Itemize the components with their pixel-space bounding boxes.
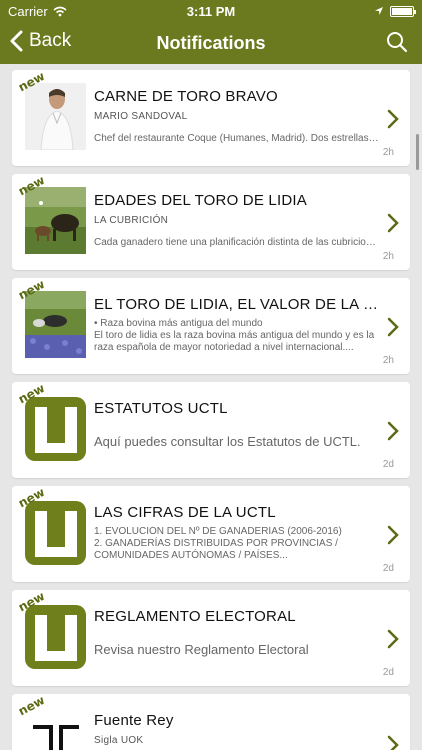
back-button[interactable]: Back bbox=[10, 30, 71, 52]
list-item[interactable]: new CARNE DE TORO BRAVO MARIO SANDOVAL C… bbox=[12, 69, 410, 166]
chevron-right-icon bbox=[387, 317, 399, 337]
chevron-right-icon bbox=[387, 525, 399, 545]
battery-icon bbox=[390, 5, 416, 17]
timestamp: 2d bbox=[382, 667, 394, 678]
item-subtitle: MARIO SANDOVAL bbox=[94, 111, 188, 122]
clock: 3:11 PM bbox=[186, 3, 236, 19]
wifi-icon bbox=[53, 6, 67, 16]
item-body: Chef del restaurante Coque (Humanes, Mad… bbox=[94, 133, 379, 144]
item-body: Aquí puedes consultar los Estatutos de U… bbox=[94, 434, 361, 449]
brand-mark bbox=[25, 707, 86, 750]
chevron-right-icon bbox=[387, 735, 399, 750]
carrier-label: Carrier bbox=[8, 3, 48, 19]
location-icon bbox=[375, 7, 383, 15]
search-icon[interactable] bbox=[386, 31, 408, 53]
list-item[interactable]: new EDADES DEL TORO DE LIDIA LA CUBRICIÓ… bbox=[12, 173, 410, 270]
timestamp: 2h bbox=[382, 251, 394, 262]
person-photo bbox=[25, 83, 86, 150]
item-body: 1. EVOLUCIÓN DEL Nº DE GANADERÍAS (2006-… bbox=[94, 526, 342, 561]
timestamp: 2h bbox=[382, 147, 394, 158]
chevron-right-icon bbox=[387, 109, 399, 129]
item-title: ESTATUTOS UCTL bbox=[94, 400, 228, 417]
item-subtitle: Sigla UOK bbox=[94, 735, 144, 746]
timestamp: 2d bbox=[382, 459, 394, 470]
scrollbar[interactable] bbox=[416, 134, 419, 170]
notifications-list: new CARNE DE TORO BRAVO MARIO SANDOVAL C… bbox=[0, 64, 422, 750]
item-body: Revisa nuestro Reglamento Electoral bbox=[94, 642, 309, 657]
item-body: • Raza bovina más antigua del mundo El t… bbox=[94, 318, 375, 353]
item-title: Fuente Rey bbox=[94, 712, 174, 729]
status-bar: Carrier 3:11 PM bbox=[0, 0, 422, 22]
timestamp: 2h bbox=[382, 355, 394, 366]
list-item[interactable]: new Fuente Rey Sigla UOK bbox=[12, 693, 410, 750]
list-item[interactable]: new ESTATUTOS UCTL Aquí puedes consultar… bbox=[12, 381, 410, 478]
chevron-right-icon bbox=[387, 213, 399, 233]
back-label: Back bbox=[29, 30, 72, 51]
uctl-logo bbox=[25, 603, 86, 670]
item-title: EDADES DEL TORO DE LIDIA bbox=[94, 192, 307, 209]
field-photo bbox=[25, 291, 86, 358]
uctl-logo bbox=[25, 395, 86, 462]
item-title: EL TORO DE LIDIA, EL VALOR DE LA SOSTENI… bbox=[94, 296, 384, 313]
list-item[interactable]: new EL TORO DE LIDIA, EL VALOR DE LA SOS… bbox=[12, 277, 410, 374]
navigation-bar: Back Notifications bbox=[0, 22, 422, 64]
timestamp: 2d bbox=[382, 563, 394, 574]
chevron-right-icon bbox=[387, 421, 399, 441]
cattle-photo bbox=[25, 187, 86, 254]
chevron-right-icon bbox=[387, 629, 399, 649]
item-subtitle: LA CUBRICIÓN bbox=[94, 215, 169, 226]
chevron-left-icon bbox=[10, 30, 23, 52]
item-body: Cada ganadero tiene una planificación di… bbox=[94, 237, 379, 248]
item-title: LAS CIFRAS DE LA UCTL bbox=[94, 504, 276, 521]
item-title: CARNE DE TORO BRAVO bbox=[94, 88, 278, 105]
uctl-logo bbox=[25, 499, 86, 566]
list-item[interactable]: new REGLAMENTO ELECTORAL Revisa nuestro … bbox=[12, 589, 410, 686]
list-item[interactable]: new LAS CIFRAS DE LA UCTL 1. EVOLUCIÓN D… bbox=[12, 485, 410, 582]
item-title: REGLAMENTO ELECTORAL bbox=[94, 608, 296, 625]
